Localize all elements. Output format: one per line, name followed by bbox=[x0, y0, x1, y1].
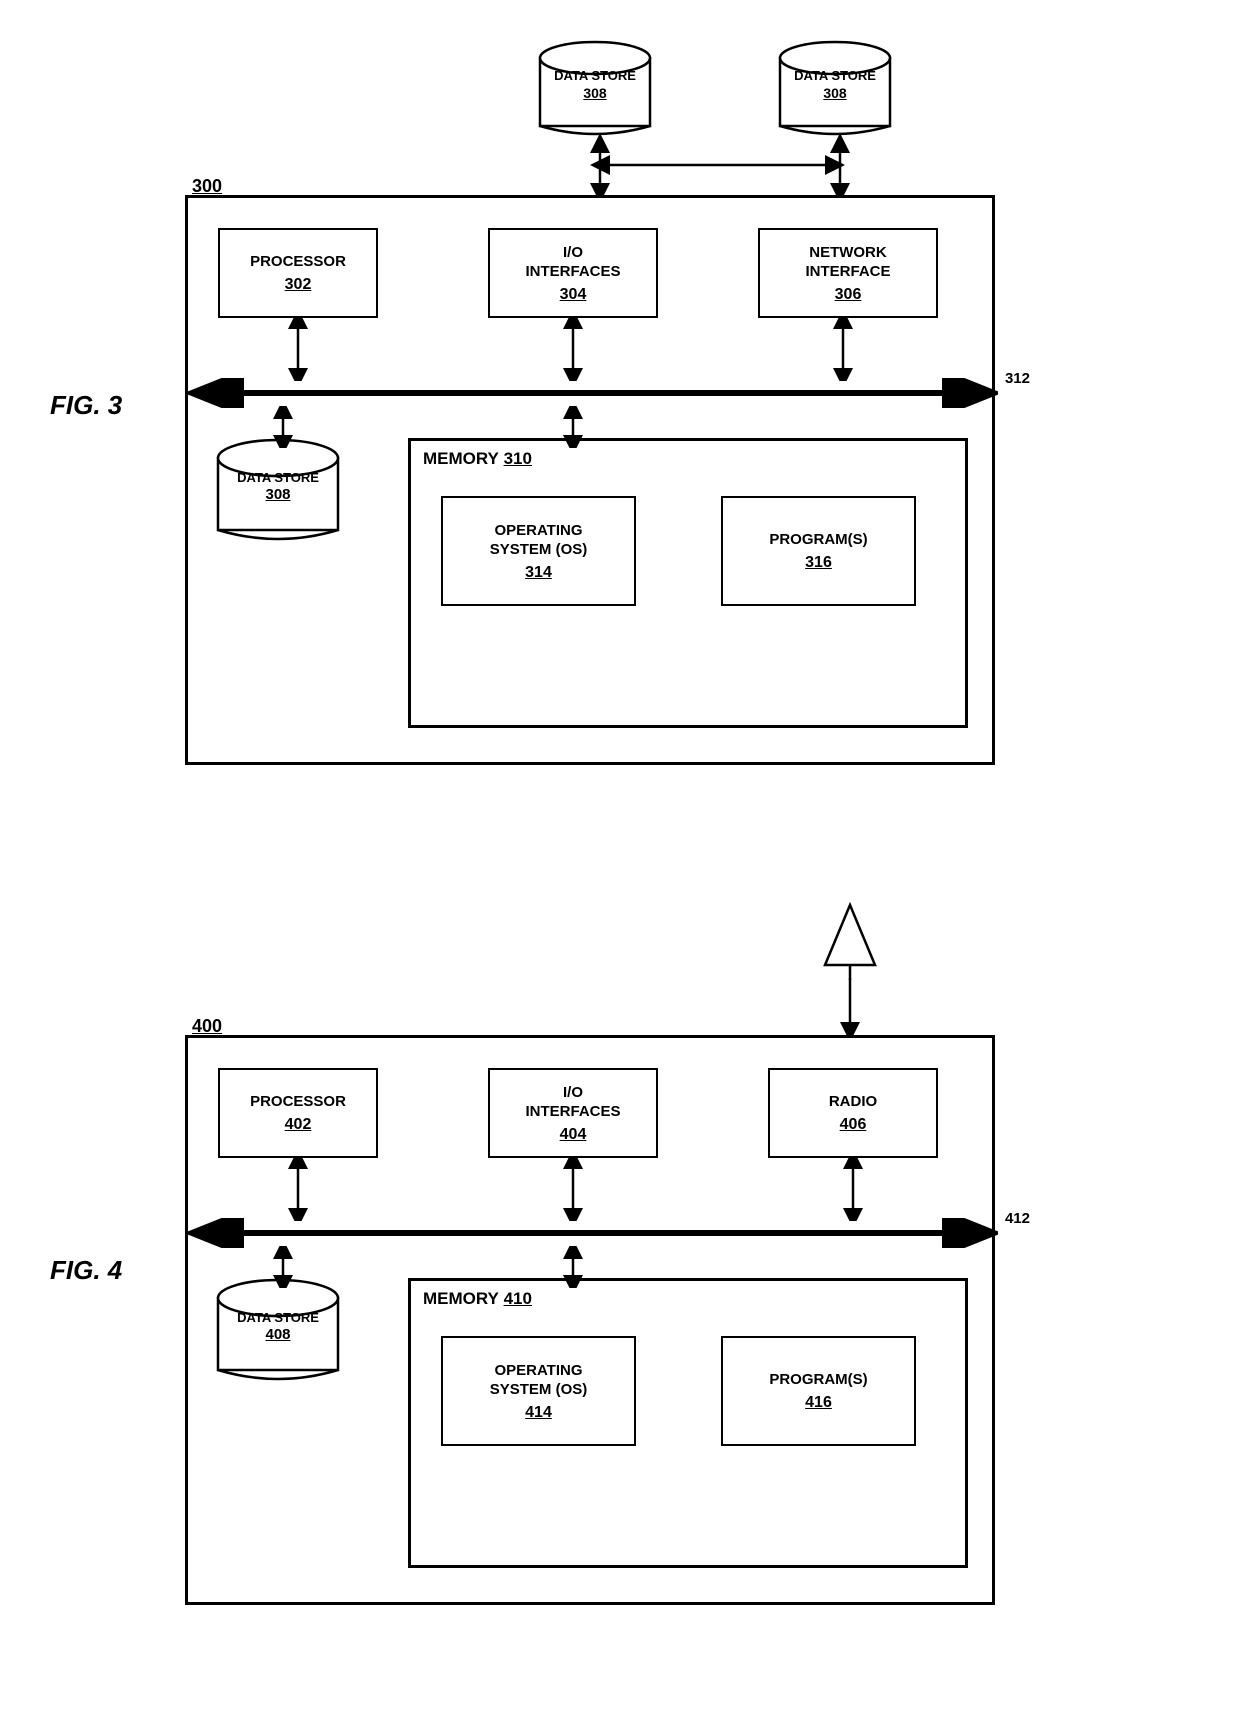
fig3-arr-bus-ds-left bbox=[268, 406, 298, 448]
fig4-label: FIG. 4 bbox=[50, 1255, 122, 1286]
fig3-programs: PROGRAM(S) 316 bbox=[721, 496, 916, 606]
fig4-radio: RADIO 406 bbox=[768, 1068, 938, 1158]
fig4-box-label: 400 bbox=[192, 1016, 222, 1037]
fig4-programs: PROGRAM(S) 416 bbox=[721, 1336, 916, 1446]
fig4-arr-antenna bbox=[835, 975, 865, 1035]
fig3-bus-ref: 312 bbox=[1005, 370, 1030, 387]
fig3-datastore-left: DATA STORE 308 bbox=[208, 438, 348, 548]
fig4-arr-bus-ds-left bbox=[268, 1246, 298, 1288]
fig3-os: OPERATING SYSTEM (OS) 314 bbox=[441, 496, 636, 606]
fig4-main-box: 400 PROCESSOR 402 I/O INTERFACES 404 RAD… bbox=[185, 1035, 995, 1605]
fig3-datastore-top1: DATA STORE 308 bbox=[530, 40, 660, 140]
fig3-arr-bus-mem bbox=[558, 406, 588, 448]
fig4-io: I/O INTERFACES 404 bbox=[488, 1068, 658, 1158]
fig3-label: FIG. 3 bbox=[50, 390, 122, 421]
fig4-arr-proc-bus bbox=[283, 1156, 313, 1221]
fig3-arr-io-bus bbox=[558, 316, 588, 381]
fig4-arr-io-bus bbox=[558, 1156, 588, 1221]
fig4-datastore-left: DATA STORE 408 bbox=[208, 1278, 348, 1388]
fig4-os: OPERATING SYSTEM (OS) 414 bbox=[441, 1336, 636, 1446]
fig4-memory-box: MEMORY 410 OPERATING SYSTEM (OS) 414 PRO… bbox=[408, 1278, 968, 1568]
fig4-bus-ref: 412 bbox=[1005, 1210, 1030, 1227]
fig4-arr-radio-bus bbox=[838, 1156, 868, 1221]
fig4-arr-bus-mem bbox=[558, 1246, 588, 1288]
fig3-bus bbox=[188, 378, 998, 408]
fig3-processor: PROCESSOR 302 bbox=[218, 228, 378, 318]
fig3-section: FIG. 3 DATA STORE 308 bbox=[40, 30, 1200, 800]
fig4-antenna bbox=[820, 900, 880, 980]
fig4-section: FIG. 4 400 PROCESSOR 402 bbox=[40, 890, 1200, 1670]
fig3-arr-net-bus bbox=[828, 316, 858, 381]
fig4-bus bbox=[188, 1218, 998, 1248]
fig3-network: NETWORK INTERFACE 306 bbox=[758, 228, 938, 318]
fig3-arrow-top-horizontal bbox=[595, 155, 840, 175]
fig3-memory-box: MEMORY 310 OPERATING SYSTEM (OS) 314 PRO… bbox=[408, 438, 968, 728]
fig4-processor: PROCESSOR 402 bbox=[218, 1068, 378, 1158]
fig3-main-box: 300 PROCESSOR 302 I/O INTERFACES 304 NET… bbox=[185, 195, 995, 765]
fig3-datastore-top2: DATA STORE 308 bbox=[770, 40, 900, 140]
fig3-box-label: 300 bbox=[192, 176, 222, 197]
page: FIG. 3 DATA STORE 308 bbox=[0, 0, 1240, 1730]
fig3-io: I/O INTERFACES 304 bbox=[488, 228, 658, 318]
fig3-arr-proc-bus bbox=[283, 316, 313, 381]
